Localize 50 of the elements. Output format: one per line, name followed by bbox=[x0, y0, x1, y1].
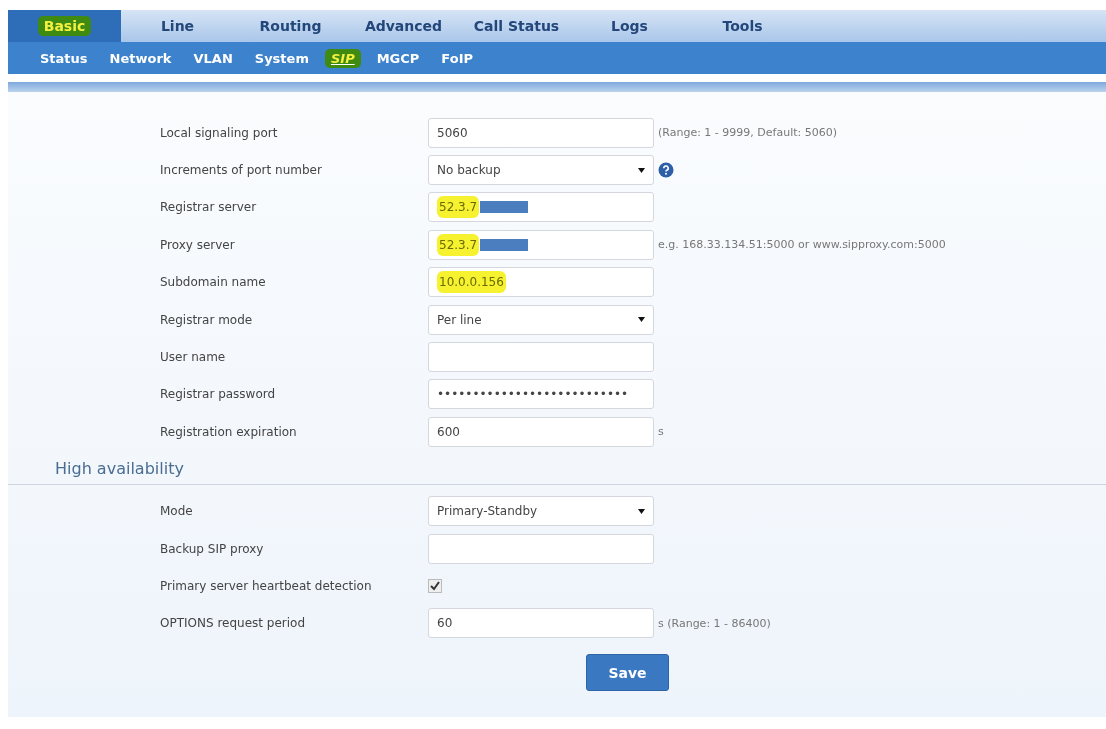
nav-tab[interactable]: Basic bbox=[8, 10, 121, 42]
select-field[interactable]: Primary-Standby bbox=[428, 496, 654, 527]
section-heading: High availability bbox=[54, 457, 185, 480]
input-field[interactable]: 52.3.7 bbox=[428, 192, 654, 223]
nav-tab[interactable]: Tools bbox=[686, 10, 799, 42]
sub-nav-tab[interactable]: FoIP bbox=[435, 50, 479, 66]
field-label: Backup SIP proxy bbox=[160, 541, 265, 556]
input-field[interactable]: 60 bbox=[428, 608, 654, 639]
dropdown-caret-icon bbox=[638, 508, 645, 514]
field-hint: e.g. 168.33.134.51:5000 or www.sipproxy.com:5000 bbox=[658, 238, 946, 252]
field-hint: s bbox=[658, 425, 664, 439]
field-label: Increments of port number bbox=[160, 163, 323, 178]
select-field[interactable]: Per line bbox=[428, 304, 654, 335]
input-field[interactable] bbox=[428, 533, 654, 564]
field-label: Registrar mode bbox=[160, 312, 254, 327]
field-label: Local signaling port bbox=[160, 125, 279, 140]
field-label: Subdomain name bbox=[160, 275, 267, 290]
help-icon[interactable] bbox=[658, 162, 674, 179]
field-label: OPTIONS request period bbox=[160, 616, 307, 631]
field-hint: (Range: 1 - 9999, Default: 5060) bbox=[658, 126, 837, 140]
sub-nav-tab[interactable]: System bbox=[248, 50, 315, 66]
input-field[interactable]: 600 bbox=[428, 416, 654, 447]
input-field[interactable]: 5060 bbox=[428, 117, 654, 148]
field-label: Registrar password bbox=[160, 387, 277, 402]
nav-tab[interactable]: Line bbox=[121, 10, 234, 42]
save-button[interactable]: Save bbox=[586, 654, 669, 692]
nav-tab[interactable]: Routing bbox=[234, 10, 347, 42]
field-label: Mode bbox=[160, 504, 194, 519]
nav-tab[interactable]: Logs bbox=[573, 10, 686, 42]
input-field[interactable]: ••••••••••••••••••••••••••• bbox=[428, 379, 654, 410]
select-field[interactable]: No backup bbox=[428, 155, 654, 186]
input-field[interactable]: 52.3.7 bbox=[428, 229, 654, 260]
input-field[interactable] bbox=[428, 342, 654, 373]
field-label: Registrar server bbox=[160, 200, 258, 215]
field-label: Proxy server bbox=[160, 237, 236, 252]
field-label: User name bbox=[160, 350, 227, 365]
sub-nav-tab[interactable]: VLAN bbox=[187, 50, 239, 66]
field-label: Primary server heartbeat detection bbox=[160, 579, 373, 593]
field-label: Registration expiration bbox=[160, 424, 298, 439]
nav-tab[interactable]: Advanced bbox=[347, 10, 460, 42]
input-field[interactable]: 10.0.0.156 bbox=[428, 267, 654, 298]
sub-nav-tab[interactable]: SIP bbox=[324, 50, 361, 66]
checkbox[interactable] bbox=[428, 579, 442, 593]
field-hint: s (Range: 1 - 86400) bbox=[658, 616, 771, 630]
sub-nav-tab[interactable]: Network bbox=[103, 50, 178, 66]
sub-nav-tab[interactable]: Status bbox=[34, 50, 94, 66]
dropdown-caret-icon bbox=[638, 317, 645, 323]
nav-tab[interactable]: Call Status bbox=[460, 10, 573, 42]
dropdown-caret-icon bbox=[638, 167, 645, 173]
sub-nav-tab[interactable]: MGCP bbox=[370, 50, 426, 66]
